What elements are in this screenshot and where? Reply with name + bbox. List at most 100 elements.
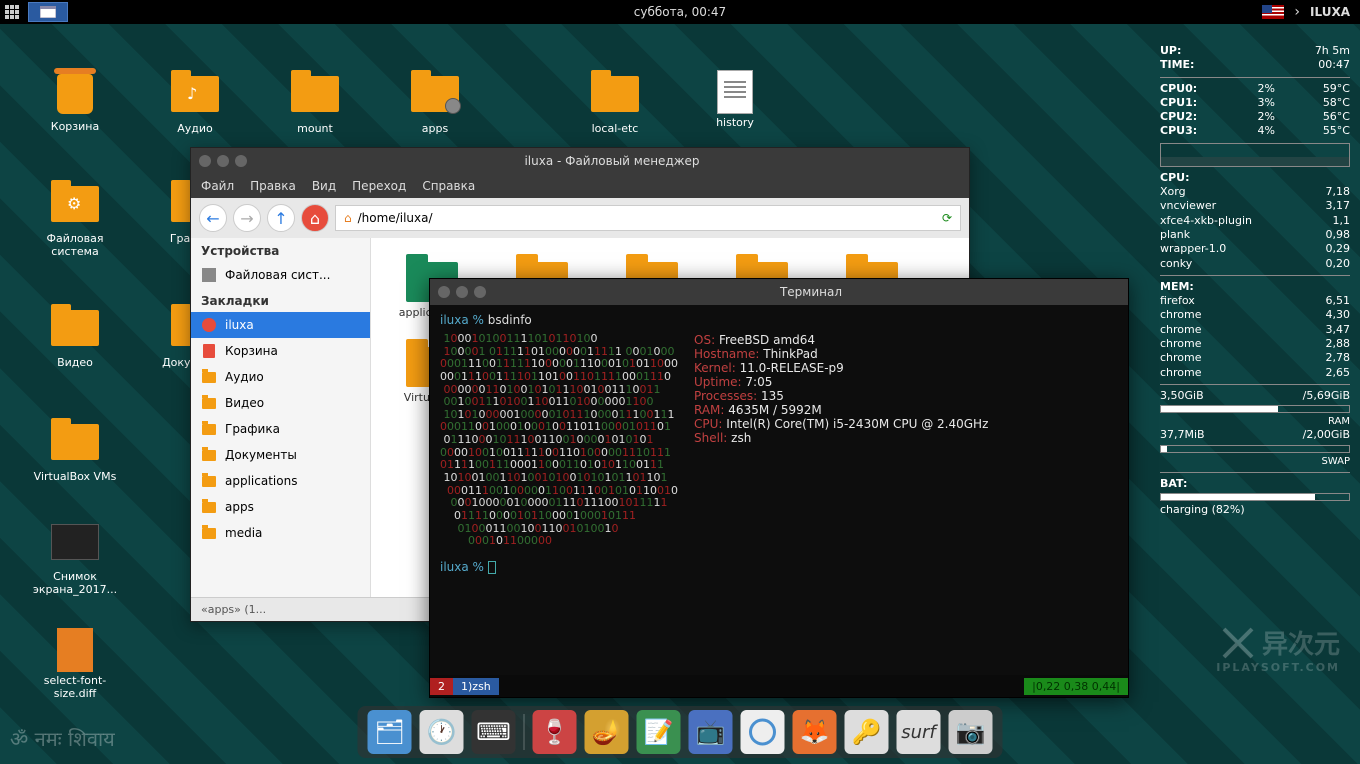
window-close-icon[interactable]: [438, 286, 450, 298]
dock-app-surf[interactable]: surf: [897, 710, 941, 754]
terminal-body[interactable]: iluxa % bsdinfo 1000101001111010110100 1…: [430, 305, 1128, 675]
panel-clock[interactable]: суббота, 00:47: [634, 5, 726, 19]
window-close-icon[interactable]: [199, 155, 211, 167]
cpu-core-label: CPU1:: [1160, 96, 1197, 110]
info-value: 135: [761, 389, 784, 403]
menu-переход[interactable]: Переход: [352, 179, 406, 193]
menu-правка[interactable]: Правка: [250, 179, 296, 193]
proc-value: 1,1: [1333, 214, 1351, 228]
window-minimize-icon[interactable]: [217, 155, 229, 167]
cpu-core-temp: 58°C: [1323, 96, 1350, 110]
path-bar[interactable]: ⌂ /home/iluxa/ ⟳: [335, 205, 961, 231]
bookmark-label: Корзина: [225, 344, 278, 358]
desktop-icon-mount[interactable]: mount: [270, 70, 360, 135]
menu-справка[interactable]: Справка: [422, 179, 475, 193]
ram-label: RAM: [1160, 415, 1350, 428]
folder-icon: ♪: [171, 76, 219, 116]
desktop-icon-virtualbox-vms[interactable]: VirtualBox VMs: [30, 418, 120, 483]
dock-app-wine[interactable]: 🍷: [533, 710, 577, 754]
bookmark-label: Графика: [225, 422, 280, 436]
status-segment-shell[interactable]: 1)zsh: [453, 678, 499, 695]
dock-app-chromium[interactable]: [741, 710, 785, 754]
bookmark-iluxa[interactable]: iluxa: [191, 312, 370, 338]
info-key: Processes:: [694, 389, 757, 403]
bookmark-media[interactable]: media: [191, 520, 370, 546]
icon-label: select-font-size.diff: [30, 674, 120, 700]
info-value: 7:05: [745, 375, 772, 389]
swap-bar: [1160, 445, 1350, 453]
devices-header: Устройства: [191, 238, 370, 262]
home-icon: [202, 318, 216, 332]
mem-proc-name: chrome: [1160, 337, 1202, 351]
icon-label: Файловая система: [30, 232, 120, 258]
bookmark-видео[interactable]: Видео: [191, 390, 370, 416]
dock-app-files[interactable]: 🗂: [368, 710, 412, 754]
desktop-icon-аудио[interactable]: ♪Аудио: [150, 70, 240, 135]
nav-forward-button[interactable]: →: [233, 204, 261, 232]
desktop-icon-снимок-экрана-2017-[interactable]: Снимок экрана_2017...: [30, 518, 120, 596]
menu-вид[interactable]: Вид: [312, 179, 336, 193]
bookmark-label: apps: [225, 500, 254, 514]
cpu-core-temp: 59°C: [1323, 82, 1350, 96]
reload-icon[interactable]: ⟳: [942, 211, 952, 225]
chevron-right-icon[interactable]: ›: [1294, 4, 1300, 20]
proc-value: 0,20: [1326, 257, 1351, 271]
bookmark-корзина[interactable]: Корзина: [191, 338, 370, 364]
desktop-icon-history[interactable]: history: [690, 70, 780, 129]
dock-app-keepass[interactable]: 🔑: [845, 710, 889, 754]
file-manager-sidebar: Устройства Файловая сист... Закладки ilu…: [191, 238, 371, 597]
keyboard-layout-flag-icon[interactable]: [1262, 5, 1284, 19]
bookmark-аудио[interactable]: Аудио: [191, 364, 370, 390]
desktop-icon-local-etc[interactable]: local-etc: [570, 70, 660, 135]
dock-app-lamp[interactable]: 🪔: [585, 710, 629, 754]
folder-icon: [202, 502, 216, 513]
window-minimize-icon[interactable]: [456, 286, 468, 298]
doc-icon: [711, 70, 759, 110]
uptime-value: 7h 5m: [1315, 44, 1350, 58]
mem-proc-name: firefox: [1160, 294, 1195, 308]
cpu-core-label: CPU3:: [1160, 124, 1197, 138]
applications-menu-button[interactable]: [0, 0, 24, 24]
file-manager-titlebar[interactable]: iluxa - Файловый менеджер: [191, 148, 969, 174]
top-panel: суббота, 00:47 › ILUXA: [0, 0, 1360, 24]
desktop-icon-файловая-система[interactable]: ⚙Файловая система: [30, 180, 120, 258]
dock-app-term[interactable]: ⌨: [472, 710, 516, 754]
dock-app-editor[interactable]: 📝: [637, 710, 681, 754]
mem-proc-value: 2,88: [1326, 337, 1351, 351]
nav-back-button[interactable]: ←: [199, 204, 227, 232]
taskbar-window-button[interactable]: [28, 2, 68, 22]
file-manager-toolbar: ← → ↑ ⌂ ⌂ /home/iluxa/ ⟳: [191, 198, 969, 238]
bookmark-label: Аудио: [225, 370, 264, 384]
desktop-icon-select-font-size-diff[interactable]: select-font-size.diff: [30, 628, 120, 700]
proc-value: 0,29: [1326, 242, 1351, 256]
nav-up-button[interactable]: ↑: [267, 204, 295, 232]
bookmark-графика[interactable]: Графика: [191, 416, 370, 442]
bookmark-apps[interactable]: apps: [191, 494, 370, 520]
terminal-prompt: iluxa %: [440, 313, 488, 327]
dock-app-clock[interactable]: 🕐: [420, 710, 464, 754]
bookmark-applications[interactable]: applications: [191, 468, 370, 494]
terminal-prompt: iluxa %: [440, 560, 488, 574]
menu-файл[interactable]: Файл: [201, 179, 234, 193]
window-maximize-icon[interactable]: [474, 286, 486, 298]
info-key: CPU:: [694, 417, 722, 431]
cpu-core-label: CPU2:: [1160, 110, 1197, 124]
status-segment-window[interactable]: 2: [430, 678, 453, 695]
icon-label: VirtualBox VMs: [30, 470, 120, 483]
desktop-icon-корзина[interactable]: Корзина: [30, 70, 120, 133]
mem-proc-value: 2,78: [1326, 351, 1351, 365]
ram-bar: [1160, 405, 1350, 413]
dock-app-firefox[interactable]: 🦊: [793, 710, 837, 754]
nav-home-button[interactable]: ⌂: [301, 204, 329, 232]
desktop-icon-видео[interactable]: Видео: [30, 304, 120, 369]
desktop-icon-apps[interactable]: apps: [390, 70, 480, 135]
sidebar-device-filesystem[interactable]: Файловая сист...: [191, 262, 370, 288]
cpu-core-pct: 4%: [1245, 124, 1275, 138]
battery-bar: [1160, 493, 1350, 501]
bookmark-документы[interactable]: Документы: [191, 442, 370, 468]
dock-app-camera[interactable]: 📷: [949, 710, 993, 754]
window-maximize-icon[interactable]: [235, 155, 247, 167]
dock-app-cast[interactable]: 📺: [689, 710, 733, 754]
terminal-titlebar[interactable]: Терминал: [430, 279, 1128, 305]
username-label[interactable]: ILUXA: [1310, 5, 1350, 19]
